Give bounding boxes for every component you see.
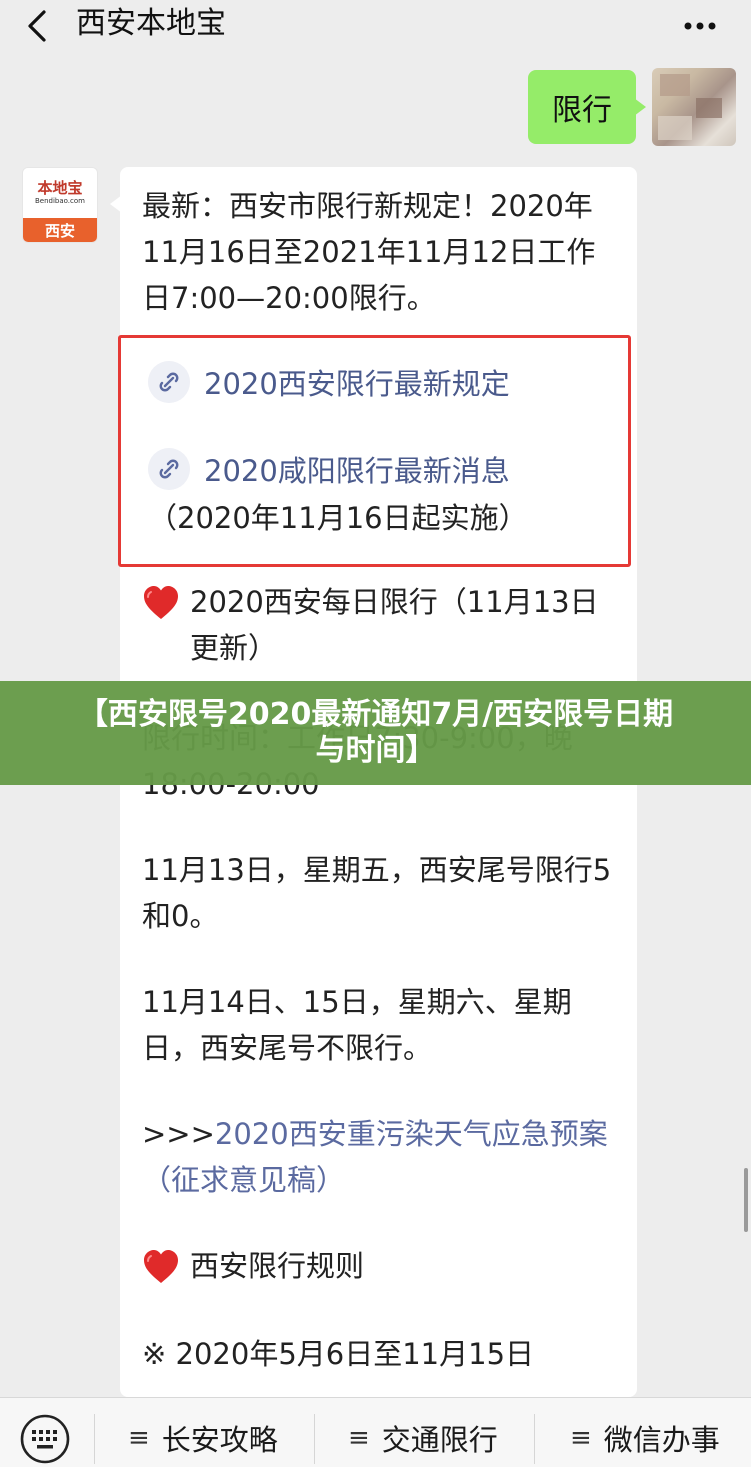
logo-url: Bendibao.com xyxy=(34,196,85,205)
rules-title: 西安限行规则 xyxy=(190,1249,365,1283)
daily-title: 2020西安每日限行（11月13日更新） xyxy=(190,585,599,665)
keyboard-icon[interactable] xyxy=(18,1414,72,1464)
banner-line-2: 与时间】 xyxy=(315,733,436,768)
user-message-bubble: 限行 xyxy=(528,70,646,144)
rules-title-row: 西安限行规则 xyxy=(142,1243,612,1289)
nav-divider xyxy=(314,1414,315,1464)
nav-divider xyxy=(534,1414,535,1464)
link-label: 2020咸阳限行最新消息 xyxy=(204,454,510,488)
menu-changan-guide[interactable]: ≡ 长安攻略 xyxy=(128,1408,278,1467)
scrollbar-thumb[interactable] xyxy=(744,1168,748,1232)
link-icon xyxy=(148,361,190,403)
top-bar: 西安本地宝 xyxy=(0,0,751,52)
rules-line: ※ 2020年5月6日至11月15日 xyxy=(142,1337,535,1371)
link-label: 2020西安限行最新规定 xyxy=(204,367,510,401)
link-xian-rules[interactable]: 2020西安限行最新规定 xyxy=(148,361,510,403)
user-avatar[interactable] xyxy=(652,68,736,146)
menu-label: 长安攻略 xyxy=(161,1423,278,1457)
more-options-icon[interactable] xyxy=(680,14,720,38)
page-title: 西安本地宝 xyxy=(76,6,226,41)
menu-icon: ≡ xyxy=(128,1423,150,1453)
plan-prefix: >>> xyxy=(142,1117,215,1151)
day2-text: 11月14日、15日，星期六、星期日，西安尾号不限行。 xyxy=(142,985,572,1065)
menu-label: 交通限行 xyxy=(381,1423,498,1457)
heart-icon xyxy=(144,586,178,619)
back-arrow-icon[interactable] xyxy=(22,8,56,44)
banner-line-1: 【西安限号2020最新通知7月/西安限号日期 xyxy=(77,697,674,732)
links-note: （2020年11月16日起实施） xyxy=(148,501,528,535)
intro-text: 最新：西安市限行新规定！2020年11月16日至2021年11月12日工作日7:… xyxy=(142,189,596,315)
link-xianyang-news[interactable]: 2020咸阳限行最新消息 xyxy=(148,448,510,490)
logo-name: 本地宝 xyxy=(37,178,83,197)
menu-icon: ≡ xyxy=(348,1423,370,1453)
bendibao-logo: 本地宝 Bendibao.com xyxy=(23,168,97,216)
nav-divider xyxy=(94,1414,95,1464)
menu-icon: ≡ xyxy=(570,1423,592,1453)
day1-text: 11月13日，星期五，西安尾号限行5和0。 xyxy=(142,853,612,933)
heart-icon xyxy=(144,1250,178,1283)
bottom-menu-bar: ≡ 长安攻略 ≡ 交通限行 ≡ 微信办事 xyxy=(0,1397,751,1467)
logo-city: 西安 xyxy=(23,218,97,242)
menu-wechat-services[interactable]: ≡ 微信办事 xyxy=(570,1408,720,1467)
daily-title-row: 2020西安每日限行（11月13日更新） xyxy=(142,579,612,671)
link-icon xyxy=(148,448,190,490)
menu-traffic-limit[interactable]: ≡ 交通限行 xyxy=(348,1408,498,1467)
menu-label: 微信办事 xyxy=(603,1423,720,1457)
plan-line[interactable]: >>>2020西安重污染天气应急预案（征求意见稿） xyxy=(142,1111,612,1203)
article-title-banner: 【西安限号2020最新通知7月/西安限号日期 与时间】 xyxy=(0,681,751,785)
bot-avatar[interactable]: 本地宝 Bendibao.com 西安 xyxy=(22,167,98,243)
